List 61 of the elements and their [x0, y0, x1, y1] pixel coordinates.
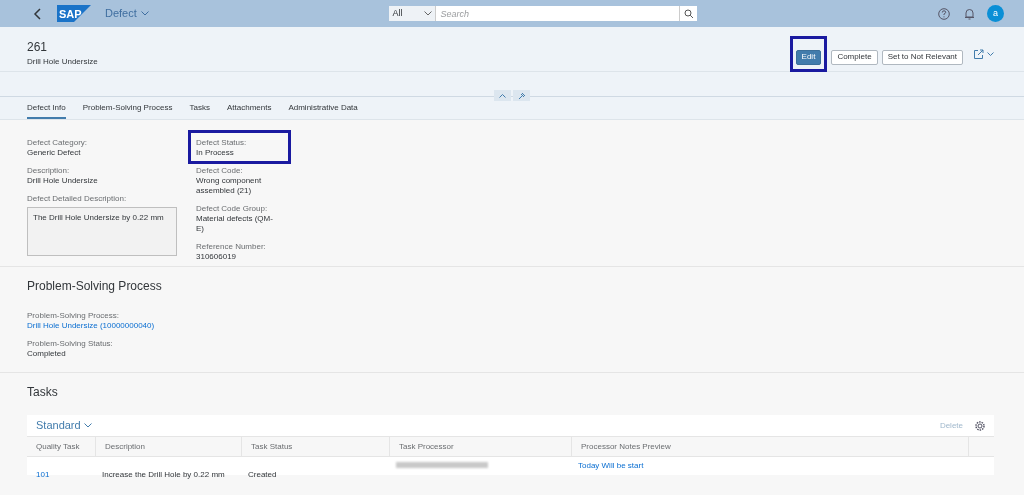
field-label: Defect Code Group:: [196, 204, 269, 214]
field-label: Problem-Solving Status:: [27, 339, 114, 349]
action-button[interactable]: Complete: [831, 49, 878, 65]
object-subtitle: Drill Hole Undersize: [27, 56, 98, 68]
action-button[interactable]: Edit: [795, 49, 822, 65]
pin-header-button[interactable]: [513, 90, 530, 101]
field-label: Problem-Solving Process:: [27, 311, 121, 321]
object-title: 261: [27, 40, 49, 54]
field-label: Defect Detailed Description:: [27, 194, 128, 204]
field-value: Generic Defect: [27, 148, 82, 158]
table-cell: Increase the Drill Hole by 0.22 mm: [102, 470, 225, 479]
notes-link[interactable]: Today Will be start: [578, 460, 644, 472]
field-value: Completed: [27, 349, 67, 359]
chevron-down-icon: [987, 51, 994, 57]
field-label: Reference Number:: [196, 242, 267, 252]
settings-icon[interactable]: [975, 420, 985, 431]
column-header: Quality Task: [27, 437, 96, 456]
tab[interactable]: Defect Info: [27, 97, 66, 119]
section-title: Tasks: [27, 384, 59, 401]
action-button[interactable]: Set to Not Relevant: [881, 49, 963, 65]
tab[interactable]: Administrative Data: [288, 97, 358, 119]
back-icon[interactable]: [33, 6, 43, 21]
column-header: Task Status: [242, 437, 390, 456]
table-cell: Created: [248, 470, 277, 479]
user-avatar[interactable]: a: [987, 5, 1004, 22]
field-value: In Process: [196, 148, 235, 158]
field-value: Drill Hole Undersize: [27, 176, 99, 186]
process-link[interactable]: Drill Hole Undersize (10000000040): [27, 321, 155, 331]
field-value: 310606019: [196, 252, 238, 262]
column-header: Description: [96, 437, 242, 456]
sap-logo-icon[interactable]: SAP: [57, 5, 91, 22]
bell-icon[interactable]: [964, 7, 975, 20]
field-value: Material defects (QM-E): [196, 214, 274, 234]
variant-selector[interactable]: Standard: [36, 417, 92, 434]
search-icon: [683, 8, 694, 19]
field-label: Defect Code:: [196, 166, 244, 176]
chevron-up-icon: [499, 93, 506, 98]
chevron-down-icon: [83, 423, 92, 428]
search-button[interactable]: [679, 6, 698, 21]
field-value: Wrong component assembled (21): [196, 176, 263, 196]
section-title: Problem-Solving Process: [27, 278, 163, 295]
search-field[interactable]: Search: [435, 6, 680, 21]
field-label: Defect Status:: [196, 138, 248, 148]
field-label: Defect Category:: [27, 138, 89, 148]
field-label: Description:: [27, 166, 71, 176]
task-link[interactable]: 101: [36, 470, 50, 479]
help-icon[interactable]: [938, 7, 950, 20]
share-icon: [973, 48, 984, 60]
share-menu-button[interactable]: [973, 48, 994, 60]
app-title-menu[interactable]: Defect: [105, 5, 149, 22]
tab[interactable]: Attachments: [226, 97, 272, 119]
description-field: The Drill Hole Undersize by 0.22 mm: [27, 207, 177, 256]
tab[interactable]: Tasks: [189, 97, 210, 119]
chevron-down-icon: [424, 11, 433, 16]
chevron-down-icon: [140, 11, 149, 16]
tab[interactable]: Problem-Solving Process: [82, 97, 173, 119]
collapse-header-button[interactable]: [494, 90, 511, 101]
column-header: Task Processor: [390, 437, 572, 456]
column-header: Processor Notes Preview: [572, 437, 969, 456]
search-scope-dropdown[interactable]: All: [389, 6, 436, 21]
pin-icon: [517, 91, 526, 100]
